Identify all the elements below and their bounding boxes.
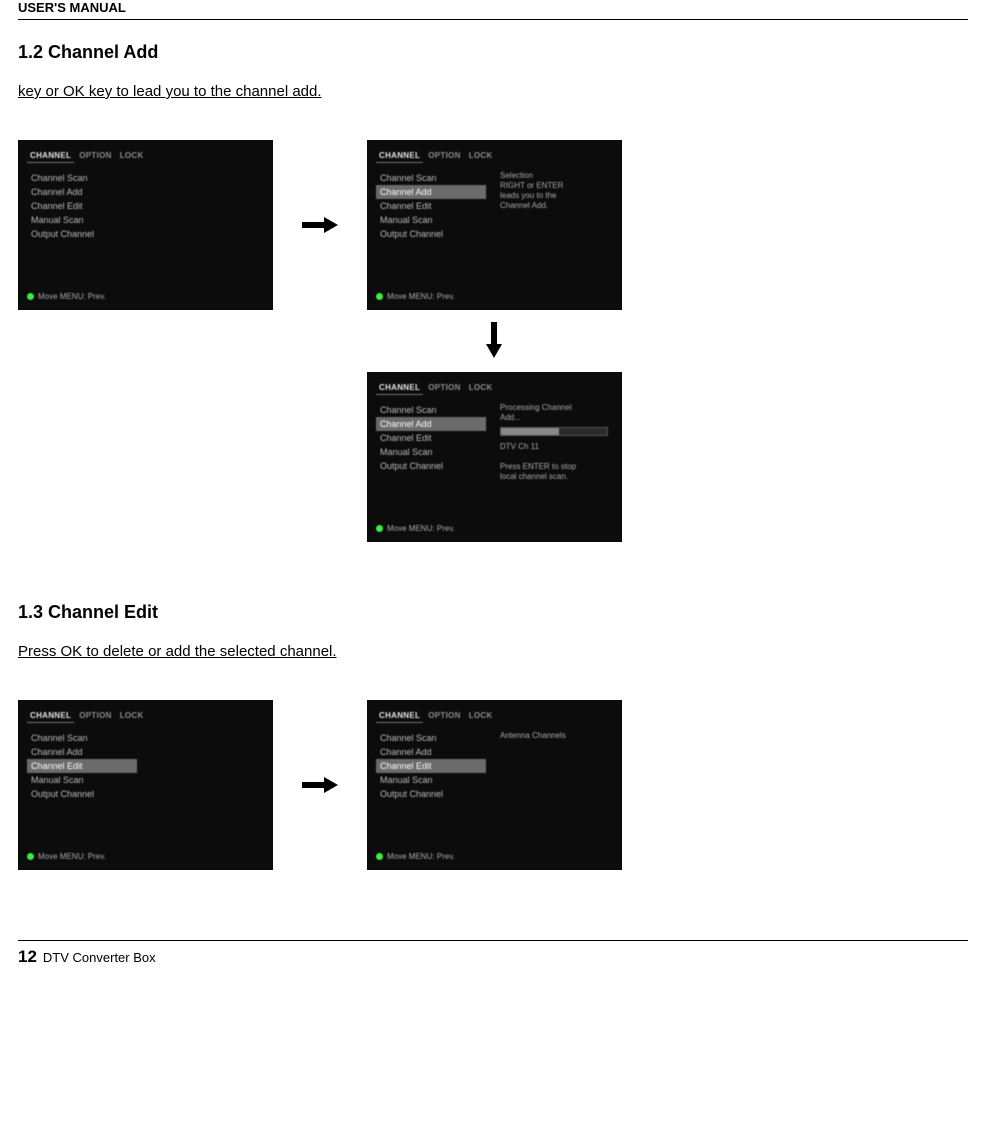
heading-1-2: 1.2 Channel Add [18, 42, 968, 63]
footer-hint-text: Move MENU: Prev. [387, 524, 455, 533]
menu-item: Channel Scan [376, 731, 486, 745]
menu-item: Channel Scan [376, 171, 486, 185]
flow-row-12-bottom: CHANNEL OPTION LOCK Channel Scan Channel… [18, 372, 968, 542]
footer-hint: Move MENU: Prev. [27, 292, 106, 301]
arrow-right-icon [301, 216, 339, 234]
screenshot-12-b: CHANNEL OPTION LOCK Channel Scan Channel… [367, 140, 622, 310]
progress-channel: DTV Ch 11 [500, 442, 608, 452]
menu-item-selected: Channel Add [376, 417, 486, 431]
flow-row-12-mid [18, 310, 968, 372]
indicator-dot-icon [27, 293, 34, 300]
arrow-down-icon [486, 322, 504, 360]
menu-item: Manual Scan [27, 213, 137, 227]
menu-item: Channel Scan [376, 403, 486, 417]
footer-hint-text: Move MENU: Prev. [387, 852, 455, 861]
screenshot-12-a: CHANNEL OPTION LOCK Channel Scan Channel… [18, 140, 273, 310]
tab-channel: CHANNEL [376, 151, 423, 163]
tab-lock: LOCK [466, 711, 496, 723]
screenshot-12-c: CHANNEL OPTION LOCK Channel Scan Channel… [367, 372, 622, 542]
tab-channel: CHANNEL [376, 383, 423, 395]
arrow-right-icon [301, 776, 339, 794]
tab-bar: CHANNEL OPTION LOCK [19, 141, 272, 163]
menu-item: Channel Scan [27, 171, 137, 185]
tab-bar: CHANNEL OPTION LOCK [19, 701, 272, 723]
menu-list: Channel Scan Channel Add Channel Edit Ma… [376, 403, 486, 473]
tab-bar: CHANNEL OPTION LOCK [368, 373, 621, 395]
menu-list: Channel Scan Channel Add Channel Edit Ma… [376, 171, 486, 241]
menu-item-selected: Channel Edit [376, 759, 486, 773]
footer-hint: Move MENU: Prev. [27, 852, 106, 861]
footer-hint-text: Move MENU: Prev. [387, 292, 455, 301]
menu-item: Output Channel [376, 227, 486, 241]
page-number: 12 [18, 947, 37, 967]
screenshot-13-a: CHANNEL OPTION LOCK Channel Scan Channel… [18, 700, 273, 870]
footer-hint-text: Move MENU: Prev. [38, 292, 106, 301]
tab-lock: LOCK [117, 151, 147, 163]
page-footer: 12 DTV Converter Box [18, 940, 968, 967]
menu-item: Output Channel [27, 787, 137, 801]
tab-option: OPTION [425, 383, 463, 395]
progress-title: Processing Channel Add... [500, 403, 608, 423]
indicator-dot-icon [376, 293, 383, 300]
menu-item: Output Channel [376, 459, 486, 473]
tab-bar: CHANNEL OPTION LOCK [368, 701, 621, 723]
menu-item-selected: Channel Edit [27, 759, 137, 773]
menu-item: Channel Add [27, 745, 137, 759]
footer-hint: Move MENU: Prev. [376, 292, 455, 301]
menu-list: Channel Scan Channel Add Channel Edit Ma… [27, 731, 137, 801]
tab-channel: CHANNEL [376, 711, 423, 723]
screenshot-13-b: CHANNEL OPTION LOCK Channel Scan Channel… [367, 700, 622, 870]
product-name: DTV Converter Box [43, 950, 156, 965]
menu-item: Manual Scan [376, 445, 486, 459]
instruction-1-3: Press OK to delete or add the selected c… [18, 643, 968, 660]
tab-lock: LOCK [466, 151, 496, 163]
progress-bar [500, 427, 608, 436]
menu-item: Channel Scan [27, 731, 137, 745]
flow-row-13: CHANNEL OPTION LOCK Channel Scan Channel… [18, 700, 968, 870]
menu-item: Channel Add [376, 745, 486, 759]
tab-option: OPTION [425, 711, 463, 723]
instruction-1-2: key or OK key to lead you to the channel… [18, 83, 968, 100]
menu-item: Manual Scan [376, 213, 486, 227]
menu-item: Channel Edit [27, 199, 137, 213]
heading-1-3: 1.3 Channel Edit [18, 602, 968, 623]
menu-list: Channel Scan Channel Add Channel Edit Ma… [376, 731, 486, 801]
tab-option: OPTION [76, 711, 114, 723]
menu-item: Output Channel [376, 787, 486, 801]
footer-hint-text: Move MENU: Prev. [38, 852, 106, 861]
menu-item: Output Channel [27, 227, 137, 241]
menu-list: Channel Scan Channel Add Channel Edit Ma… [27, 171, 137, 241]
flow-row-12-top: CHANNEL OPTION LOCK Channel Scan Channel… [18, 140, 968, 310]
menu-item-selected: Channel Add [376, 185, 486, 199]
tab-channel: CHANNEL [27, 711, 74, 723]
menu-item: Channel Edit [376, 199, 486, 213]
tab-option: OPTION [425, 151, 463, 163]
footer-hint: Move MENU: Prev. [376, 852, 455, 861]
footer-hint: Move MENU: Prev. [376, 524, 455, 533]
side-progress: Processing Channel Add... DTV Ch 11 Pres… [500, 403, 608, 482]
menu-item: Manual Scan [27, 773, 137, 787]
side-title: Antenna Channels [500, 731, 608, 741]
tab-lock: LOCK [466, 383, 496, 395]
menu-item: Channel Edit [376, 431, 486, 445]
tab-bar: CHANNEL OPTION LOCK [368, 141, 621, 163]
indicator-dot-icon [376, 525, 383, 532]
progress-hint: Press ENTER to stop local channel scan. [500, 462, 608, 482]
progress-fill [501, 428, 559, 435]
side-help: Selection RIGHT or ENTER leads you to th… [500, 171, 608, 211]
menu-item: Channel Add [27, 185, 137, 199]
tab-channel: CHANNEL [27, 151, 74, 163]
tab-option: OPTION [76, 151, 114, 163]
menu-item: Manual Scan [376, 773, 486, 787]
indicator-dot-icon [376, 853, 383, 860]
running-header: USER'S MANUAL [18, 0, 968, 20]
tab-lock: LOCK [117, 711, 147, 723]
indicator-dot-icon [27, 853, 34, 860]
